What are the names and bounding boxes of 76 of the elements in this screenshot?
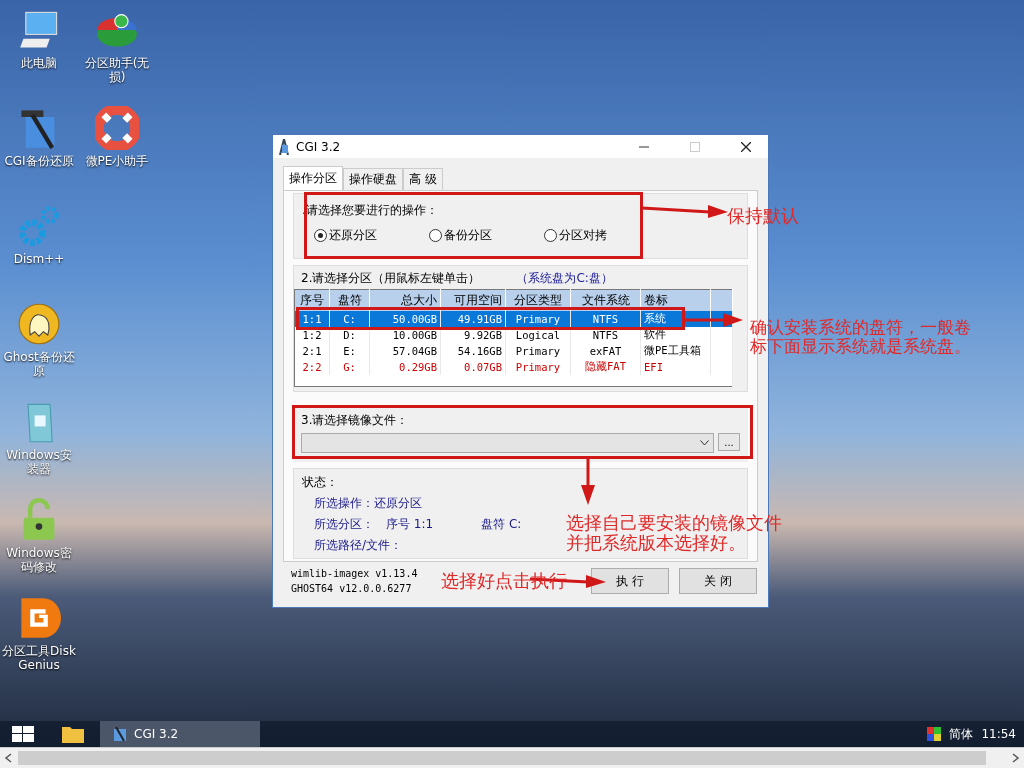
desktop-icon-label[interactable]: Windows密码修改 (2, 546, 76, 574)
status-partition-drive: 盘符 C: (481, 516, 522, 533)
radio-option[interactable]: 还原分区 (314, 227, 429, 244)
partition-row[interactable]: 2:1 E: 57.04GB 54.16GB Primary exFAT 微PE工具箱 (294, 342, 733, 359)
status-operation: 所选操作：还原分区 (313, 495, 422, 512)
table-cell: 隐藏FAT (570, 358, 641, 375)
status-label: 状态： (302, 474, 338, 491)
table-cell: G: (329, 358, 370, 375)
close-icon (740, 141, 751, 152)
version-text: wimlib-imagex v1.13.4 (291, 568, 419, 579)
chevron-icon (700, 440, 709, 447)
table-cell: NTFS (570, 326, 641, 343)
folder-icon[interactable] (62, 725, 84, 743)
maximize-icon (689, 141, 700, 152)
status-path: 所选路径/文件： (313, 537, 403, 554)
radio-label: 分区对拷 (559, 227, 607, 244)
window-title: CGI 3.2 (296, 139, 342, 154)
desktop-icon-label[interactable]: 分区工具DiskGenius (2, 644, 76, 672)
table-cell: 2:2 (294, 358, 330, 375)
status-partition-index: 序号 1:1 (386, 516, 434, 533)
radio-label: 备份分区 (444, 227, 492, 244)
partition-row[interactable]: 1:2 D: 10.00GB 9.92GB Logical NTFS 软件 (294, 326, 733, 343)
close-dialog-button[interactable]: 关 闭 (679, 568, 757, 594)
tab[interactable]: 操作分区 (283, 166, 343, 190)
section-label: .请选择您要进行的操作： (302, 202, 438, 219)
radio-circle[interactable] (314, 229, 327, 242)
gears-icon (17, 204, 61, 248)
section-label: 2.请选择分区（用鼠标左键单击） (301, 269, 481, 287)
language-indicator[interactable]: 简体 (949, 725, 974, 743)
radio-label: 还原分区 (329, 227, 377, 244)
radio-circle[interactable] (429, 229, 442, 242)
table-cell: D: (329, 326, 370, 343)
table-cell: 微PE工具箱 (640, 342, 711, 359)
desktop-icon-label[interactable]: CGI备份还原 (2, 154, 76, 168)
tab[interactable]: 高 级 (403, 168, 443, 190)
table-cell: Primary (505, 358, 571, 375)
execute-button[interactable]: 执 行 (591, 568, 669, 594)
status-partition-label: 所选分区： (314, 516, 374, 533)
radio-circle[interactable] (544, 229, 557, 242)
table-cell: Logical (505, 326, 571, 343)
lifebuoy-icon (95, 106, 139, 150)
ghost-icon (17, 302, 61, 346)
partition-row[interactable]: 1:1 C: 50.00GB 49.91GB Primary NTFS 系统 (294, 310, 733, 327)
scrollbar-thumb[interactable] (18, 751, 987, 765)
system-drive-note: （系统盘为C:盘） (516, 269, 613, 287)
desktop-icon-label[interactable]: 此电脑 (2, 56, 76, 70)
partition-row[interactable]: 2:2 G: 0.29GB 0.07GB Primary 隐藏FAT EFI (294, 358, 733, 375)
horizontal-scrollbar[interactable] (0, 747, 1024, 768)
radio-option[interactable]: 分区对拷 (544, 227, 659, 244)
table-cell: exFAT (570, 342, 641, 359)
arrow (580, 459, 596, 505)
table-cell: 10.00GB (369, 326, 441, 343)
table-cell: 57.04GB (369, 342, 441, 359)
input-method-icon[interactable] (927, 727, 942, 741)
app-icon (278, 138, 290, 155)
table-cell: 0.29GB (369, 358, 441, 375)
section-label: 3.请选择镜像文件： (301, 412, 409, 430)
table-cell: 软件 (640, 326, 711, 343)
clock[interactable]: 11:54 (981, 727, 1016, 741)
tab[interactable]: 操作硬盘 (343, 168, 403, 190)
desktop-icon-label[interactable]: 分区助手(无损) (80, 56, 154, 84)
taskbar-app-button[interactable]: CGI 3.2 (100, 721, 260, 747)
table-cell: Primary (505, 342, 571, 359)
table-cell: 2:1 (294, 342, 330, 359)
table-cell: 54.16GB (440, 342, 506, 359)
version-text: GHOST64 v12.0.0.6277 (291, 583, 413, 594)
windows-logo-icon[interactable] (12, 726, 34, 742)
table-cell: 0.07GB (440, 358, 506, 375)
radio-option[interactable]: 备份分区 (429, 227, 544, 244)
table-cell: EFI (640, 358, 711, 375)
app-icon (112, 726, 128, 742)
arrow (685, 312, 743, 328)
browse-button[interactable]: ... (718, 433, 740, 452)
table-cell: 9.92GB (440, 326, 506, 343)
table-cell: E: (329, 342, 370, 359)
desktop-icon-label[interactable]: 微PE小助手 (80, 154, 154, 168)
